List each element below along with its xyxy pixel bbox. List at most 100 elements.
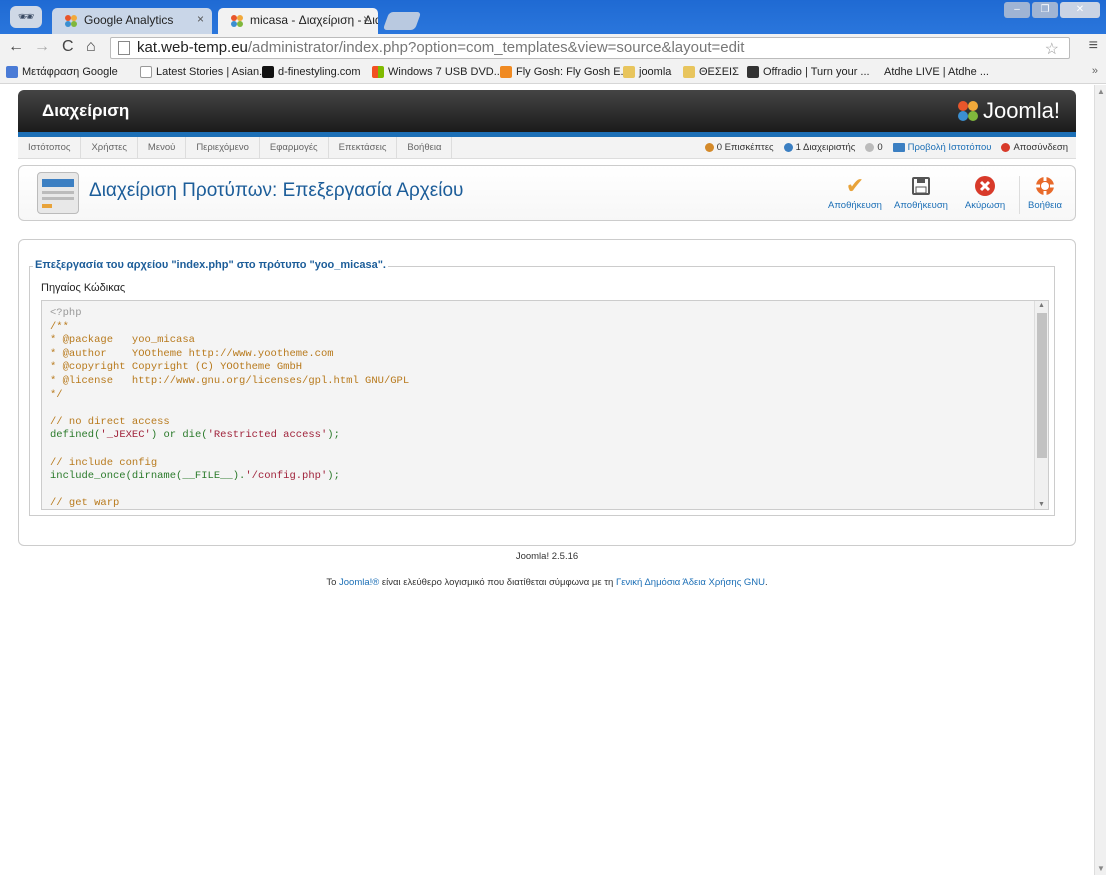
- incognito-icon: 🕶: [10, 6, 42, 28]
- close-tab-icon[interactable]: ×: [197, 12, 204, 26]
- bookmark-item[interactable]: Atdhe LIVE | Atdhe ...: [884, 66, 989, 78]
- forward-icon[interactable]: →: [34, 38, 50, 56]
- screen-icon: [892, 143, 905, 152]
- save-close-button[interactable]: Αποθήκευση: [891, 172, 951, 211]
- menu-components[interactable]: Εφαρμογές: [260, 137, 329, 159]
- scroll-thumb[interactable]: [1037, 313, 1047, 458]
- joomla-link[interactable]: Joomla!®: [339, 577, 379, 588]
- save-close-label: Αποθήκευση: [894, 200, 948, 211]
- page-scrollbar[interactable]: ▲ ▼: [1094, 85, 1106, 875]
- admin-title: Διαχείριση: [42, 101, 130, 120]
- scroll-up-icon[interactable]: ▲: [1038, 302, 1045, 309]
- bookmark-item[interactable]: joomla: [623, 66, 671, 78]
- save-label: Αποθήκευση: [828, 200, 882, 211]
- gnu-license-link[interactable]: Γενική Δημόσια Άδεια Χρήσης GNU: [616, 577, 765, 588]
- bookmark-label: Atdhe LIVE | Atdhe ...: [884, 66, 989, 78]
- tab-title: micasa - Διαχείριση - Διαχ: [250, 13, 378, 27]
- admins-count: 1 Διαχειριστής: [795, 142, 856, 153]
- tab-google-analytics[interactable]: Google Analytics ×: [52, 8, 212, 34]
- logout-link[interactable]: Αποσύνδεση: [1001, 142, 1068, 153]
- menu-menus[interactable]: Μενού: [138, 137, 187, 159]
- source-code-editor[interactable]: <?php /** * @package yoo_micasa * @autho…: [41, 300, 1049, 510]
- bookmark-item[interactable]: d-finestyling.com: [262, 66, 361, 78]
- code-scrollbar[interactable]: ▲ ▼: [1034, 301, 1048, 509]
- messages-status[interactable]: 0: [865, 142, 883, 153]
- reload-icon[interactable]: C: [62, 38, 74, 56]
- visitors-status: 0 Επισκέπτες: [704, 142, 774, 153]
- bookmark-item[interactable]: ΘΕΣΕΙΣ: [683, 66, 739, 78]
- close-tab-icon[interactable]: ×: [363, 12, 370, 26]
- more-bookmarks-icon[interactable]: »: [1092, 65, 1098, 77]
- joomla-logo-icon: [957, 101, 978, 121]
- bookmark-label: Windows 7 USB DVD...: [388, 66, 503, 78]
- menu-content[interactable]: Περιεχόμενο: [186, 137, 260, 159]
- minimize-icon[interactable]: –: [1004, 2, 1030, 18]
- menu-site[interactable]: Ιστότοπος: [18, 137, 82, 159]
- logout-label: Αποσύνδεση: [1013, 142, 1068, 153]
- users-icon: [704, 143, 714, 152]
- bookmark-label: ΘΕΣΕΙΣ: [699, 66, 739, 78]
- bookmarks-bar: Μετάφραση Google Latest Stories | Asian.…: [0, 62, 1106, 84]
- cancel-label: Ακύρωση: [964, 200, 1006, 211]
- source-code-text: <?php /** * @package yoo_micasa * @autho…: [50, 307, 410, 510]
- menu-extensions[interactable]: Επεκτάσεις: [329, 137, 398, 159]
- messages-count: 0: [877, 142, 883, 153]
- license-suffix: .: [765, 577, 768, 588]
- bookmark-item[interactable]: Latest Stories | Asian...: [140, 66, 268, 78]
- url-path: /administrator/index.php?option=com_temp…: [247, 39, 745, 56]
- bookmark-item[interactable]: Μετάφραση Google: [6, 66, 118, 78]
- browser-menu-icon[interactable]: ≡: [1089, 37, 1098, 55]
- license-middle: είναι ελεύθερο λογισμικό που διατίθεται …: [379, 577, 616, 588]
- bookmark-label: Latest Stories | Asian...: [156, 66, 269, 78]
- new-tab-button[interactable]: [382, 12, 422, 30]
- tab-micasa[interactable]: micasa - Διαχείριση - Διαχ ×: [218, 8, 378, 34]
- license-text: Το Joomla!® είναι ελεύθερο λογισμικό που…: [0, 577, 1094, 588]
- view-site-link[interactable]: Προβολή Ιστοτόπου: [892, 142, 991, 153]
- windows-icon: [372, 66, 384, 78]
- tab-strip: 🕶 Google Analytics × micasa - Διαχείριση…: [0, 0, 1106, 34]
- scroll-down-icon[interactable]: ▼: [1097, 864, 1105, 873]
- home-icon[interactable]: ⌂: [86, 38, 96, 56]
- bookmark-item[interactable]: Offradio | Turn your ...: [747, 66, 870, 78]
- messages-icon: [865, 143, 875, 152]
- joomla-favicon-icon: [231, 15, 243, 27]
- save-icon: [891, 172, 951, 200]
- source-code-label: Πηγαίος Κώδικας: [41, 282, 126, 294]
- visitors-count: 0 Επισκέπτες: [716, 142, 774, 153]
- page-icon: [140, 66, 152, 78]
- maximize-icon[interactable]: ❐: [1032, 2, 1058, 18]
- scroll-up-icon[interactable]: ▲: [1097, 87, 1105, 96]
- bookmark-label: d-finestyling.com: [278, 66, 361, 78]
- d-site-icon: [262, 66, 274, 78]
- offradio-icon: [747, 66, 759, 78]
- license-prefix: Το: [326, 577, 340, 588]
- users-icon: [783, 143, 793, 152]
- admins-status: 1 Διαχειριστής: [783, 142, 856, 153]
- help-icon: [1015, 172, 1075, 200]
- menu-users[interactable]: Χρήστες: [81, 137, 138, 159]
- menu-help[interactable]: Βοήθεια: [397, 137, 453, 159]
- check-icon: ✔: [845, 173, 865, 198]
- page-toolbar: Διαχείριση Προτύπων: Επεξεργασία Αρχείου…: [18, 165, 1076, 221]
- browser-chrome: 🕶 Google Analytics × micasa - Διαχείριση…: [0, 0, 1106, 85]
- close-window-icon[interactable]: ✕: [1060, 2, 1100, 18]
- save-button[interactable]: ✔ Αποθήκευση: [825, 172, 885, 211]
- scroll-down-icon[interactable]: ▼: [1038, 501, 1045, 508]
- bookmark-item[interactable]: Windows 7 USB DVD...: [372, 66, 503, 78]
- bookmark-item[interactable]: Fly Gosh: Fly Gosh E...: [500, 66, 630, 78]
- translate-icon: [6, 66, 18, 78]
- url-host: kat.web-temp.eu: [137, 39, 248, 56]
- back-icon[interactable]: ←: [8, 38, 24, 56]
- version-text: Joomla! 2.5.16: [515, 551, 579, 562]
- page-viewport: Διαχείριση Joomla! Ιστότοπος Χρήστες Μεν…: [0, 85, 1094, 875]
- folder-icon: [623, 66, 635, 78]
- joomla-logo-text: Joomla!: [982, 98, 1060, 123]
- page-icon: [118, 41, 130, 55]
- tab-title: Google Analytics: [84, 13, 174, 27]
- bookmark-star-icon[interactable]: ☆: [1045, 40, 1059, 60]
- help-button[interactable]: Βοήθεια: [1015, 172, 1075, 211]
- folder-icon: [683, 66, 695, 78]
- logout-icon: [1001, 143, 1011, 152]
- address-bar[interactable]: kat.web-temp.eu/administrator/index.php?…: [110, 37, 1070, 59]
- cancel-button[interactable]: Ακύρωση: [955, 172, 1015, 211]
